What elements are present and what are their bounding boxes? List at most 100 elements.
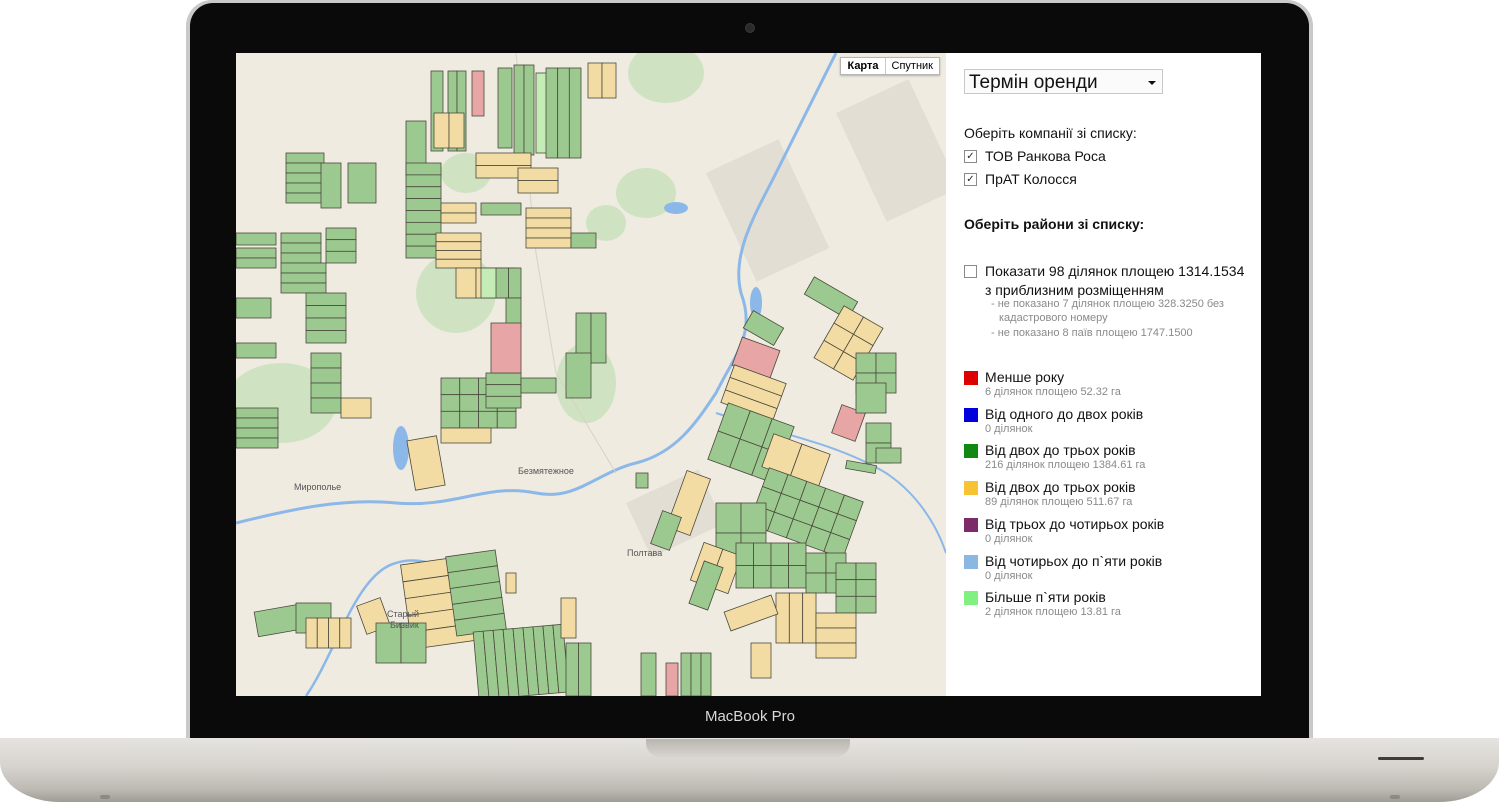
land-plot[interactable]	[565, 642, 579, 696]
land-plot[interactable]	[475, 152, 532, 166]
company-label-1[interactable]: ТОВ Ранкова Роса	[985, 148, 1106, 164]
land-plot[interactable]	[448, 112, 465, 149]
land-plot[interactable]	[347, 162, 377, 204]
land-plot-group[interactable]	[855, 382, 887, 414]
land-plot-group[interactable]	[680, 652, 712, 696]
land-plot-group[interactable]	[520, 377, 557, 394]
land-plot[interactable]	[280, 232, 322, 244]
land-plot[interactable]	[740, 502, 767, 534]
land-plot[interactable]	[236, 407, 279, 419]
land-plot[interactable]	[459, 394, 479, 412]
land-plot-group[interactable]	[236, 232, 277, 246]
land-plot-group[interactable]	[517, 167, 559, 194]
land-plot[interactable]	[236, 297, 272, 319]
land-plot[interactable]	[405, 198, 442, 211]
lease-term-dropdown[interactable]: Термін оренди	[964, 69, 1163, 94]
land-plot[interactable]	[770, 542, 789, 566]
land-plot-group[interactable]	[775, 592, 817, 644]
land-plot-group[interactable]	[525, 207, 572, 249]
land-plot-group[interactable]	[280, 232, 322, 264]
land-plot[interactable]	[459, 377, 479, 396]
land-plot[interactable]	[253, 603, 304, 638]
land-plot[interactable]	[405, 174, 442, 188]
land-plot[interactable]	[405, 186, 442, 200]
land-plot-group[interactable]	[587, 62, 617, 99]
land-plot-group[interactable]	[560, 597, 577, 639]
company-checkbox-2[interactable]: ✓	[964, 173, 977, 186]
land-plot-group[interactable]	[640, 652, 657, 696]
land-plot[interactable]	[435, 250, 482, 260]
land-plot-group[interactable]	[495, 267, 522, 299]
land-plot-group[interactable]	[305, 292, 347, 344]
land-plot[interactable]	[665, 662, 679, 696]
land-plot-group[interactable]	[440, 202, 477, 224]
land-plot[interactable]	[505, 572, 517, 594]
land-plot[interactable]	[485, 384, 522, 397]
land-plot[interactable]	[495, 267, 509, 299]
land-plot[interactable]	[280, 282, 327, 294]
land-plot[interactable]	[440, 202, 477, 214]
land-plot[interactable]	[280, 272, 327, 284]
land-plot-group[interactable]	[236, 297, 272, 319]
land-plot[interactable]	[545, 67, 559, 159]
land-plot[interactable]	[855, 579, 877, 597]
land-plot[interactable]	[855, 352, 877, 374]
land-plot[interactable]	[723, 594, 779, 632]
land-plot-group[interactable]	[635, 472, 649, 489]
land-plot[interactable]	[328, 617, 341, 649]
land-plot[interactable]	[280, 242, 322, 254]
land-plot[interactable]	[770, 565, 789, 589]
land-plot[interactable]	[690, 652, 702, 696]
land-plot-group[interactable]	[723, 594, 779, 632]
land-plot[interactable]	[517, 167, 559, 181]
land-plot[interactable]	[305, 317, 347, 331]
land-plot[interactable]	[805, 572, 827, 594]
land-plot-group[interactable]	[665, 662, 679, 696]
land-plot[interactable]	[405, 162, 442, 176]
land-plot-group[interactable]	[440, 427, 492, 444]
land-plot[interactable]	[280, 262, 327, 274]
land-plot[interactable]	[310, 382, 342, 399]
land-plot[interactable]	[310, 397, 342, 414]
land-plot[interactable]	[855, 595, 877, 614]
land-plot[interactable]	[735, 565, 754, 589]
land-plot[interactable]	[285, 192, 325, 204]
land-plot-group[interactable]	[835, 562, 877, 614]
land-plot[interactable]	[471, 70, 485, 117]
land-plot[interactable]	[285, 172, 325, 184]
land-plot[interactable]	[320, 162, 342, 209]
land-plot[interactable]	[435, 258, 482, 269]
land-plot[interactable]	[236, 417, 279, 429]
land-plot-group[interactable]	[433, 112, 465, 149]
land-plot[interactable]	[440, 377, 461, 396]
land-plot[interactable]	[236, 437, 279, 449]
land-plot[interactable]	[435, 241, 482, 251]
map-type-map-button[interactable]: Карта	[841, 58, 884, 74]
land-plot[interactable]	[285, 182, 325, 194]
land-plot[interactable]	[520, 377, 557, 394]
land-plot[interactable]	[750, 642, 772, 679]
land-plot-group[interactable]	[480, 202, 522, 216]
land-plot[interactable]	[485, 372, 522, 386]
land-plot[interactable]	[310, 352, 342, 369]
land-plot-group[interactable]	[310, 352, 342, 414]
land-plot[interactable]	[236, 342, 277, 359]
land-plot[interactable]	[310, 367, 342, 384]
land-plot[interactable]	[855, 562, 877, 581]
land-plot-group[interactable]	[497, 67, 513, 149]
land-plot[interactable]	[753, 565, 772, 589]
land-plot[interactable]	[236, 427, 279, 439]
land-plot-group[interactable]	[505, 572, 517, 594]
land-plot[interactable]	[680, 652, 692, 696]
land-plot[interactable]	[775, 592, 790, 644]
land-plot[interactable]	[316, 617, 329, 649]
land-plot[interactable]	[440, 394, 461, 412]
company-label-2[interactable]: ПрАТ Колосся	[985, 171, 1077, 187]
land-plot[interactable]	[305, 305, 347, 319]
land-plot[interactable]	[405, 210, 442, 223]
land-plot-group[interactable]	[513, 64, 535, 156]
land-plot[interactable]	[285, 152, 325, 164]
land-plot[interactable]	[700, 652, 712, 696]
land-plot[interactable]	[815, 627, 857, 644]
land-plot[interactable]	[285, 162, 325, 174]
